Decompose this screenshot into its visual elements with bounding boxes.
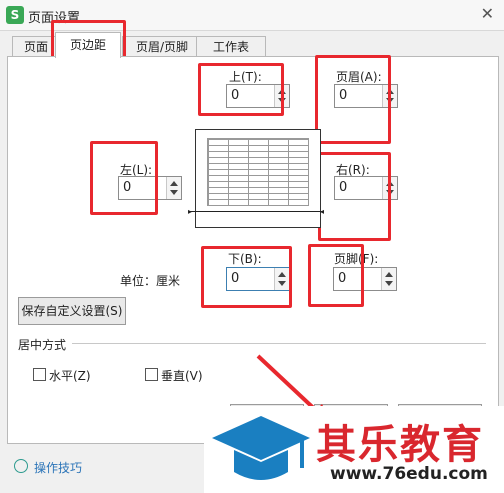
spin-arrows[interactable] <box>382 177 397 199</box>
spin-arrows[interactable] <box>274 85 289 107</box>
spin-arrows[interactable] <box>166 177 181 199</box>
button-label: 保存自定义设置(S) <box>21 304 123 318</box>
unit-label: 单位：厘米 <box>120 272 180 289</box>
vertical-checkbox[interactable] <box>145 368 158 381</box>
arrow-up-icon[interactable] <box>385 272 393 277</box>
spin-arrows[interactable] <box>382 85 397 107</box>
arrow-down-icon[interactable] <box>385 281 393 286</box>
unit-value: 厘米 <box>156 274 181 288</box>
top-margin-input[interactable]: 0 <box>226 84 290 108</box>
tab-page[interactable]: 页面 <box>12 36 60 57</box>
header-margin-label: 页眉(A): <box>336 70 382 84</box>
arrow-down-icon[interactable] <box>386 190 394 195</box>
bottom-margin-value: 0 <box>231 271 240 286</box>
arrow-down-icon[interactable] <box>170 190 178 195</box>
arrow-up-icon[interactable] <box>170 181 178 186</box>
vertical-label: 垂直(V) <box>161 369 203 383</box>
arrow-down-icon[interactable] <box>386 98 394 103</box>
arrow-up-icon[interactable] <box>386 89 394 94</box>
left-margin-input[interactable]: 0 <box>118 176 182 200</box>
group-divider <box>72 343 486 344</box>
horizontal-checkbox[interactable] <box>33 368 46 381</box>
header-margin-input[interactable]: 0 <box>334 84 398 108</box>
tips-link[interactable]: 操作技巧 <box>34 459 82 476</box>
bottom-margin-input[interactable]: 0 <box>226 267 290 291</box>
horizontal-label: 水平(Z) <box>49 369 91 383</box>
preview-grid <box>207 138 309 206</box>
close-icon[interactable]: ✕ <box>481 4 494 23</box>
app-icon: S <box>6 6 24 24</box>
footer-margin-label: 页脚(F): <box>334 252 379 266</box>
center-group-label: 居中方式 <box>18 338 67 352</box>
tab-label: 页眉/页脚 <box>135 40 189 54</box>
arrow-down-icon[interactable] <box>278 98 286 103</box>
tab-label: 工作表 <box>212 40 249 54</box>
marker-right-icon: ◂ <box>320 207 325 216</box>
brand-name: 其乐教育 <box>316 422 484 468</box>
tab-label: 页边距 <box>69 38 106 52</box>
unit-caption: 单位： <box>120 274 157 288</box>
footer-margin-value: 0 <box>338 271 347 286</box>
title-bar: S 页面设置 ✕ <box>0 0 504 31</box>
arrow-down-icon[interactable] <box>278 281 286 286</box>
top-margin-value: 0 <box>231 88 240 103</box>
header-margin-value: 0 <box>339 88 348 103</box>
preview-margin-line <box>190 211 324 212</box>
arrow-up-icon[interactable] <box>278 272 286 277</box>
top-margin-label: 上(T): <box>229 70 262 84</box>
tab-label: 页面 <box>23 40 48 54</box>
window-title: 页面设置 <box>28 11 81 26</box>
spin-arrows[interactable] <box>274 268 289 290</box>
graduation-cap-icon <box>212 416 310 480</box>
left-margin-value: 0 <box>123 180 132 195</box>
tab-margins[interactable]: 页边距 <box>55 32 121 58</box>
bottom-margin-label: 下(B): <box>228 252 262 266</box>
brand-url: www.76edu.com <box>330 464 488 484</box>
tab-header-footer[interactable]: 页眉/页脚 <box>122 36 202 57</box>
right-margin-input[interactable]: 0 <box>334 176 398 200</box>
tab-sheet[interactable]: 工作表 <box>196 36 266 57</box>
save-custom-settings-button[interactable]: 保存自定义设置(S) <box>18 297 126 325</box>
right-margin-value: 0 <box>339 180 348 195</box>
spin-arrows[interactable] <box>381 268 396 290</box>
arrow-up-icon[interactable] <box>278 89 286 94</box>
footer-margin-input[interactable]: 0 <box>333 267 397 291</box>
marker-left-icon: ▸ <box>188 207 193 216</box>
play-icon[interactable] <box>14 459 28 473</box>
arrow-up-icon[interactable] <box>386 181 394 186</box>
